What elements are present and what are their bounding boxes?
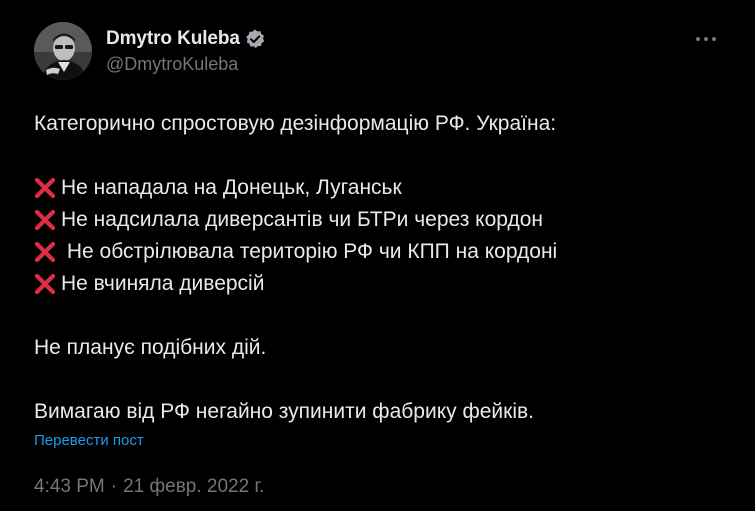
- author-names: Dmytro Kuleba @DmytroKuleba: [106, 22, 266, 75]
- red-cross-mark-icon: [34, 209, 56, 231]
- denial-item: Не обстрілювала територію РФ чи КПП на к…: [34, 236, 721, 268]
- denial-text: Не вчиняла диверсій: [61, 272, 265, 295]
- red-cross-mark-icon: [34, 241, 56, 263]
- denial-text: Не обстрілювала територію РФ чи КПП на к…: [61, 240, 558, 263]
- author-display-name[interactable]: Dmytro Kuleba: [106, 28, 240, 50]
- verified-badge-icon: [244, 28, 266, 50]
- denial-text: Не надсилала диверсантів чи БТРи через к…: [61, 208, 544, 231]
- more-options-icon[interactable]: [691, 24, 721, 54]
- tweet-header: Dmytro Kuleba @DmytroKuleba: [34, 22, 721, 80]
- name-row: Dmytro Kuleba: [106, 26, 266, 52]
- denial-item: Не нападала на Донецьк, Луганськ: [34, 172, 721, 204]
- tweet-date: 21 февр. 2022 г.: [123, 476, 265, 497]
- red-cross-mark-icon: [34, 273, 56, 295]
- red-cross-mark-icon: [34, 177, 56, 199]
- timestamp-separator: ·: [110, 476, 118, 497]
- tweet-demand: Вимагаю від РФ негайно зупинити фабрику …: [34, 400, 534, 423]
- tweet-timestamp[interactable]: 4:43 PM · 21 февр. 2022 г.: [34, 476, 264, 498]
- tweet-text: Категорично спростовую дезінформацію РФ.…: [34, 108, 721, 428]
- denial-item: Не надсилала диверсантів чи БТРи через к…: [34, 204, 721, 236]
- tweet-card: Dmytro Kuleba @DmytroKuleba Категорично …: [0, 0, 755, 511]
- tweet-time: 4:43 PM: [34, 476, 105, 497]
- tweet-intro: Категорично спростовую дезінформацію РФ.…: [34, 112, 557, 135]
- denial-text: Не нападала на Донецьк, Луганськ: [61, 176, 402, 199]
- tweet-statement: Не планує подібних дій.: [34, 336, 267, 359]
- denial-item: Не вчиняла диверсій: [34, 268, 721, 300]
- translate-post-link[interactable]: Перевести пост: [34, 432, 144, 449]
- author-handle[interactable]: @DmytroKuleba: [106, 54, 266, 75]
- avatar[interactable]: [34, 22, 92, 80]
